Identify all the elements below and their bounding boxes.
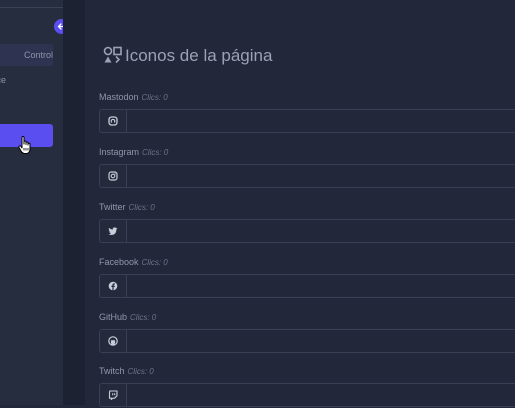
- link-field-facebook: Facebook Clics: 0: [99, 255, 515, 299]
- mastodon-url-input[interactable]: [127, 109, 515, 133]
- sidebar-item-label: ace: [0, 75, 6, 85]
- field-label: Facebook: [99, 257, 139, 267]
- link-field-instagram: Instagram Clics: 0: [99, 145, 515, 189]
- field-label: Twitter: [99, 202, 126, 212]
- twitch-icon: [99, 383, 127, 407]
- icons-shapes-icon: [103, 46, 123, 64]
- facebook-icon: [99, 274, 127, 298]
- sidebar-item-control[interactable]: Control: [0, 44, 53, 66]
- link-field-twitch: Twitch Clics: 0: [99, 364, 515, 408]
- sidebar: Control ace: [0, 0, 63, 405]
- field-label: Instagram: [99, 147, 140, 157]
- twitch-url-input[interactable]: [127, 383, 515, 407]
- clicks-count: Clics: 0: [141, 93, 168, 102]
- sidebar-gutter: [63, 0, 85, 405]
- mastodon-icon: [99, 109, 127, 133]
- github-url-input[interactable]: [127, 329, 515, 353]
- clicks-count: Clics: 0: [128, 203, 155, 212]
- twitter-icon: [99, 219, 127, 243]
- instagram-url-input[interactable]: [127, 164, 515, 188]
- clicks-count: Clics: 0: [127, 367, 154, 376]
- link-field-mastodon: Mastodon Clics: 0: [99, 90, 515, 134]
- field-label: Mastodon: [99, 92, 139, 102]
- link-field-twitter: Twitter Clics: 0: [99, 200, 515, 244]
- facebook-url-input[interactable]: [127, 274, 515, 298]
- twitter-url-input[interactable]: [127, 219, 515, 243]
- clicks-count: Clics: 0: [130, 313, 157, 322]
- link-field-github: GitHub Clics: 0: [99, 310, 515, 354]
- field-label: Twitch: [99, 366, 125, 376]
- github-icon: [99, 329, 127, 353]
- instagram-icon: [99, 164, 127, 188]
- clicks-count: Clics: 0: [141, 258, 168, 267]
- sidebar-divider: [0, 7, 63, 8]
- page-title: Iconos de la página: [103, 45, 272, 67]
- clicks-count: Clics: 0: [142, 148, 169, 157]
- hand-cursor-icon: [18, 136, 34, 156]
- main-panel: Iconos de la página Mastodon Clics: 0 Ins…: [85, 0, 515, 408]
- page-title-text: Iconos de la página: [125, 46, 273, 65]
- sidebar-item-label: Control: [23, 50, 53, 60]
- sidebar-item-ace[interactable]: ace: [0, 69, 53, 91]
- field-label: GitHub: [99, 312, 128, 322]
